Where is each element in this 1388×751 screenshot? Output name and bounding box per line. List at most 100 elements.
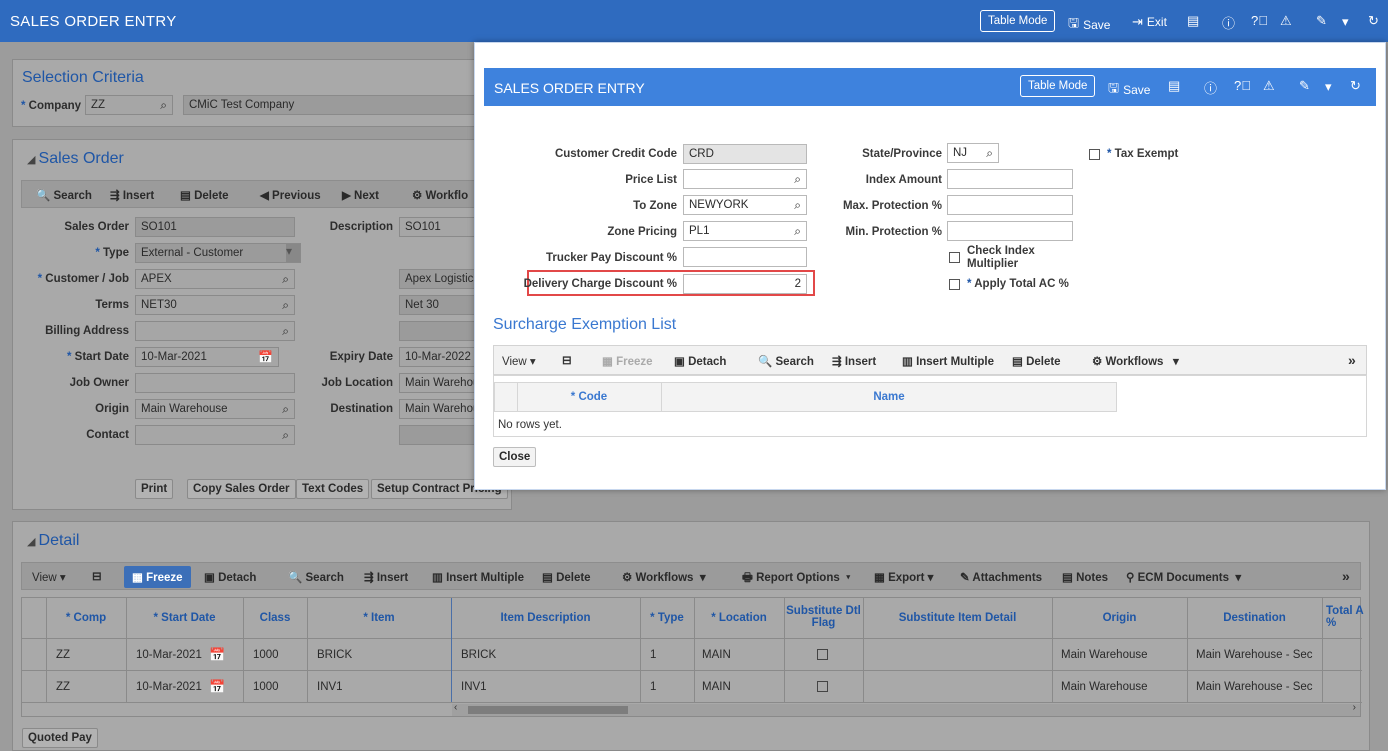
calendar-icon[interactable]: 📅 bbox=[209, 647, 225, 663]
scrollbar-thumb[interactable] bbox=[468, 706, 628, 714]
info-icon[interactable]: ⓘ bbox=[1204, 78, 1217, 97]
col-substitute-item-detail[interactable]: Substitute Item Detail bbox=[863, 612, 1052, 624]
col-class[interactable]: Class bbox=[243, 612, 307, 624]
copy-sales-order-button[interactable]: Copy Sales Order bbox=[187, 479, 296, 499]
chevron-left-icon[interactable]: ‹ bbox=[454, 702, 457, 713]
price-list-field[interactable]: ⌕ bbox=[683, 169, 807, 189]
detach-button[interactable]: ▣ Detach bbox=[674, 354, 726, 368]
help-icon[interactable]: ?⃝ bbox=[1234, 78, 1251, 93]
info-icon[interactable]: ⓘ bbox=[1222, 13, 1235, 32]
search-button[interactable]: 🔍 Search bbox=[288, 570, 344, 584]
min-protection-field[interactable] bbox=[947, 221, 1073, 241]
max-protection-field[interactable] bbox=[947, 195, 1073, 215]
edit-icon[interactable]: ✎ bbox=[1316, 13, 1327, 29]
apply-total-ac-checkbox[interactable] bbox=[949, 279, 960, 290]
workflows-menu[interactable]: ⚙ Workflows ▾ bbox=[1092, 354, 1179, 368]
delete-button[interactable]: ▤ Delete bbox=[542, 570, 591, 584]
refresh-icon[interactable]: ↻ bbox=[1350, 78, 1361, 94]
col-code[interactable]: * Code bbox=[517, 391, 661, 403]
chevron-down-icon[interactable]: ▾ bbox=[1325, 79, 1332, 95]
filter-icon[interactable]: ⊟ bbox=[92, 569, 102, 583]
insert-button[interactable]: ⇶ Insert bbox=[832, 354, 876, 368]
print-button[interactable]: Print bbox=[135, 479, 174, 499]
ecm-documents-menu[interactable]: ⚲ ECM Documents ▾ bbox=[1126, 570, 1241, 584]
help-icon[interactable]: ?⃝ bbox=[1251, 13, 1268, 28]
table-mode-button[interactable]: Table Mode bbox=[980, 10, 1056, 32]
refresh-icon[interactable]: ↻ bbox=[1368, 13, 1379, 29]
col-total[interactable]: Total A % bbox=[1322, 605, 1372, 629]
horizontal-scrollbar[interactable]: ‹ › bbox=[452, 702, 1360, 716]
insert-button[interactable]: ⇶ Insert bbox=[110, 188, 154, 202]
state-province-field[interactable]: NJ ⌕ bbox=[947, 143, 999, 163]
col-destination[interactable]: Destination bbox=[1187, 612, 1322, 624]
warning-icon[interactable]: ⚠ bbox=[1263, 78, 1275, 94]
substitute-flag-checkbox[interactable] bbox=[817, 681, 828, 692]
delete-button[interactable]: ▤ Delete bbox=[180, 188, 229, 202]
tax-exempt-checkbox[interactable] bbox=[1089, 149, 1100, 160]
calendar-icon[interactable]: 📅 bbox=[209, 679, 225, 695]
search-button[interactable]: 🔍 Search bbox=[36, 188, 92, 202]
print-icon[interactable]: ▤ bbox=[1187, 13, 1199, 29]
chevron-right-icon[interactable]: › bbox=[1353, 702, 1356, 713]
workflows-menu[interactable]: ⚙ Workflows ▾ bbox=[622, 570, 706, 584]
freeze-button[interactable]: ▦ Freeze bbox=[602, 354, 653, 368]
filter-icon[interactable]: ⊟ bbox=[562, 353, 572, 367]
origin-field[interactable]: Main Warehouse ⌕ bbox=[135, 399, 295, 419]
billing-address-field[interactable]: ⌕ bbox=[135, 321, 295, 341]
export-menu[interactable]: ▦ Export ▾ bbox=[874, 570, 933, 584]
to-zone-field[interactable]: NEWYORK ⌕ bbox=[683, 195, 807, 215]
view-menu[interactable]: View ▾ bbox=[502, 354, 536, 368]
notes-button[interactable]: ▤ Notes bbox=[1062, 570, 1108, 584]
detach-button[interactable]: ▣ Detach bbox=[204, 570, 256, 584]
exit-button[interactable]: ⇥ Exit bbox=[1132, 14, 1167, 30]
modal-save-button[interactable]: 🖫 Save bbox=[1108, 79, 1150, 101]
warning-icon[interactable]: ⚠ bbox=[1280, 13, 1292, 29]
sales-order-field[interactable]: SO101 bbox=[135, 217, 295, 237]
job-owner-field[interactable] bbox=[135, 373, 295, 393]
col-comp[interactable]: * Comp bbox=[46, 612, 126, 624]
check-index-multiplier-checkbox[interactable] bbox=[949, 252, 960, 263]
report-options-menu[interactable]: 🖶 Report Options ▾ bbox=[742, 570, 850, 589]
workflows-button[interactable]: ⚙ Workflo bbox=[412, 188, 468, 202]
text-codes-button[interactable]: Text Codes bbox=[296, 479, 370, 499]
save-button[interactable]: 🖫 Save bbox=[1068, 14, 1110, 36]
insert-multiple-button[interactable]: ▥ Insert Multiple bbox=[902, 354, 994, 368]
more-icon[interactable]: » bbox=[1342, 568, 1350, 584]
more-icon[interactable]: » bbox=[1348, 352, 1356, 368]
substitute-flag-checkbox[interactable] bbox=[817, 649, 828, 660]
close-button[interactable]: Close bbox=[493, 447, 537, 467]
insert-multiple-button[interactable]: ▥ Insert Multiple bbox=[432, 570, 524, 584]
chevron-down-icon[interactable]: ▾ bbox=[1342, 14, 1349, 30]
modal-table-mode-button[interactable]: Table Mode bbox=[1020, 75, 1096, 97]
view-menu[interactable]: View ▾ bbox=[32, 570, 66, 584]
insert-button[interactable]: ⇶ Insert bbox=[364, 570, 408, 584]
col-substitute-dtl-flag[interactable]: Substitute Dtl Flag bbox=[784, 605, 863, 629]
col-item[interactable]: * Item bbox=[307, 612, 451, 624]
customer-job-field[interactable]: APEX ⌕ bbox=[135, 269, 295, 289]
search-button[interactable]: 🔍 Search bbox=[758, 354, 814, 368]
customer-credit-code-field[interactable]: CRD bbox=[683, 144, 807, 164]
contact-field[interactable]: ⌕ bbox=[135, 425, 295, 445]
delete-button[interactable]: ▤ Delete bbox=[1012, 354, 1061, 368]
terms-field[interactable]: NET30 ⌕ bbox=[135, 295, 295, 315]
previous-button[interactable]: ◀ Previous bbox=[260, 188, 321, 202]
trucker-pay-discount-field[interactable] bbox=[683, 247, 807, 267]
freeze-button[interactable]: ▦ Freeze bbox=[124, 566, 191, 588]
index-amount-field[interactable] bbox=[947, 169, 1073, 189]
col-start-date[interactable]: * Start Date bbox=[126, 612, 243, 624]
start-date-field[interactable]: 10-Mar-2021 📅 bbox=[135, 347, 279, 367]
col-location[interactable]: * Location bbox=[694, 612, 784, 624]
zone-pricing-field[interactable]: PL1 ⌕ bbox=[683, 221, 807, 241]
company-field[interactable]: ZZ ⌕ bbox=[85, 95, 173, 115]
edit-icon[interactable]: ✎ bbox=[1299, 78, 1310, 94]
delivery-charge-discount-field[interactable]: 2 bbox=[683, 274, 807, 294]
col-type[interactable]: * Type bbox=[640, 612, 694, 624]
col-name[interactable]: Name bbox=[661, 391, 1117, 403]
col-origin[interactable]: Origin bbox=[1052, 612, 1187, 624]
next-button[interactable]: ▶ Next bbox=[342, 188, 379, 202]
quoted-pay-button[interactable]: Quoted Pay bbox=[22, 728, 98, 748]
print-icon[interactable]: ▤ bbox=[1168, 78, 1180, 94]
type-select[interactable]: External - Customer ▾ bbox=[135, 243, 301, 263]
attachments-button[interactable]: ✎ Attachments bbox=[960, 570, 1042, 584]
col-item-description[interactable]: Item Description bbox=[451, 612, 640, 624]
